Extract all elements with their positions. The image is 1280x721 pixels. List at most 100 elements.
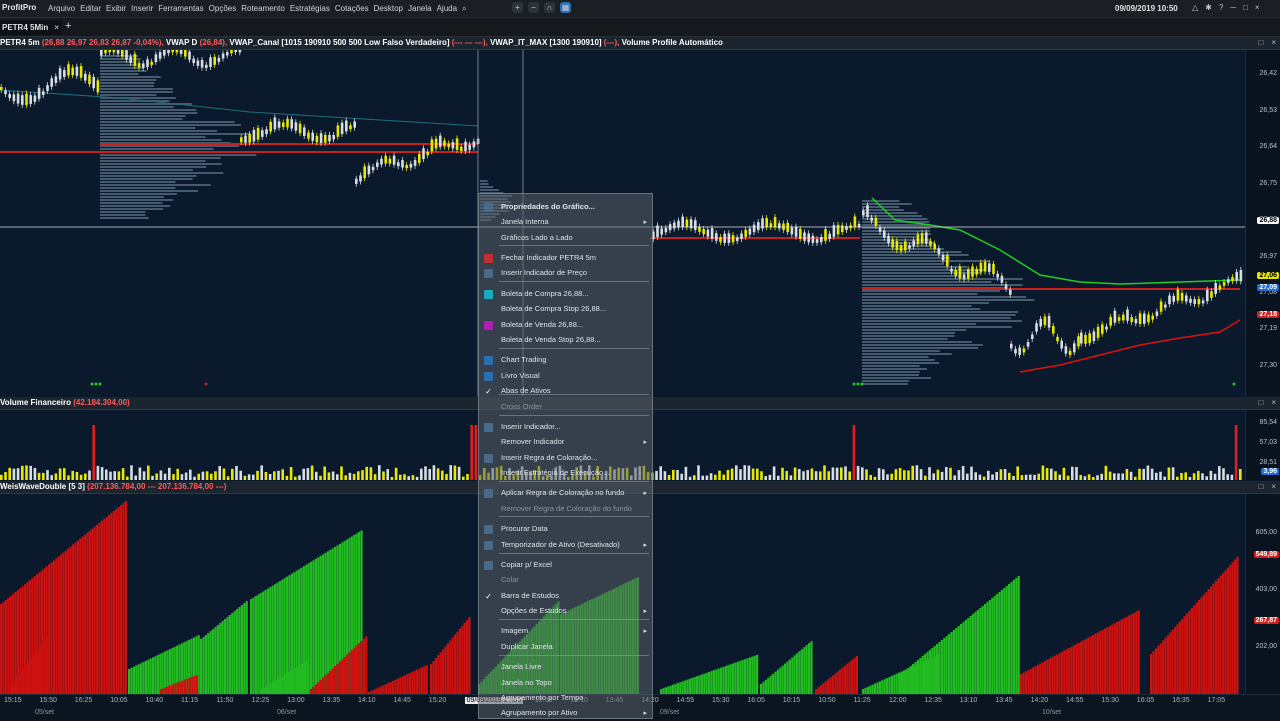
weis-bar bbox=[1082, 640, 1085, 694]
profile-bar bbox=[862, 281, 992, 283]
menu-item-3[interactable]: Inserir bbox=[131, 4, 153, 14]
menu-item-1[interactable]: Editar bbox=[80, 4, 101, 14]
panel-close-icon[interactable]: × bbox=[1271, 397, 1276, 409]
tab-close-icon[interactable]: × bbox=[54, 20, 59, 35]
context-menu-item[interactable]: Procurar Data bbox=[501, 524, 548, 533]
menu-item-11[interactable]: Ajuda bbox=[437, 4, 457, 14]
volume-axis[interactable]: 85,54 57,03 28,51 3,96 bbox=[1245, 410, 1280, 480]
context-menu-item[interactable]: Janela Livre bbox=[501, 662, 541, 671]
context-menu-item[interactable]: Agrupamento por Ativo bbox=[501, 708, 577, 717]
headset-icon[interactable]: ∩ bbox=[544, 2, 555, 13]
context-menu-item[interactable]: Janela no Topo bbox=[501, 678, 552, 687]
volume-label[interactable]: Volume Financeiro bbox=[0, 398, 71, 407]
time-label: 10:05 bbox=[110, 697, 128, 704]
symbol-label[interactable]: PETR4 5m bbox=[0, 38, 40, 47]
context-menu-item[interactable]: Livro Visual bbox=[501, 371, 540, 380]
context-menu-item[interactable]: Duplicar Janela bbox=[501, 642, 553, 651]
panel-close-icon[interactable]: × bbox=[1271, 37, 1276, 49]
context-menu-item[interactable]: Agrupamento por Tempo bbox=[501, 693, 583, 702]
zoom-in-icon[interactable]: + bbox=[512, 2, 523, 13]
price-axis[interactable]: 26,4226,5326,6426,7526,8626,9727,0827,19… bbox=[1245, 50, 1280, 396]
volume-bar bbox=[882, 469, 885, 480]
context-menu-item[interactable]: Inserir Indicador de Preço bbox=[501, 268, 587, 277]
menu-item-6[interactable]: Roteamento bbox=[241, 4, 285, 14]
bg-color-icon bbox=[484, 489, 493, 498]
tab-petr4[interactable]: PETR4 5Min × bbox=[0, 20, 62, 35]
help-icon[interactable]: ? bbox=[1219, 3, 1223, 12]
minimize-button[interactable]: ─ bbox=[1230, 3, 1236, 12]
weis-bar bbox=[353, 647, 356, 694]
gear-icon[interactable]: ✱ bbox=[1205, 3, 1212, 12]
context-menu-item[interactable]: Gráficos Lado a Lado bbox=[501, 233, 573, 242]
weis-bar bbox=[676, 683, 679, 694]
vwap-d-label[interactable]: VWAP D bbox=[166, 38, 197, 47]
context-menu-item[interactable]: Boleta de Venda 26,88... bbox=[501, 320, 583, 329]
volume-bar bbox=[474, 425, 478, 480]
context-menu-item[interactable]: Inserir Regra de Coloração... bbox=[501, 453, 597, 462]
weis-bar bbox=[843, 665, 846, 694]
alert-icon[interactable]: △ bbox=[1192, 3, 1198, 12]
context-menu-item[interactable]: Remover Indicador bbox=[501, 437, 564, 446]
volume-bar bbox=[247, 474, 251, 480]
candle-body bbox=[1077, 336, 1080, 347]
search-icon[interactable]: ⌕ bbox=[462, 4, 466, 14]
menu-item-0[interactable]: Arquivo bbox=[48, 4, 75, 14]
menu-item-8[interactable]: Cotações bbox=[335, 4, 369, 14]
context-menu-item[interactable]: Aplicar Regra de Coloração no fundo bbox=[501, 488, 624, 497]
vwap-canal-label[interactable]: VWAP_Canal [1015 190910 500 500 Low Fals… bbox=[229, 38, 449, 47]
close-button[interactable]: × bbox=[1255, 3, 1260, 12]
menu-item-10[interactable]: Janela bbox=[408, 4, 432, 14]
volume-profile-label[interactable]: Volume Profile Automático bbox=[622, 38, 723, 47]
maximize-button[interactable]: □ bbox=[1243, 3, 1248, 12]
weis-bar bbox=[836, 671, 839, 694]
context-menu-item[interactable]: Boleta de Compra 26,88... bbox=[501, 289, 589, 298]
panel-maximize-icon[interactable]: □ bbox=[1258, 37, 1263, 49]
context-menu-item[interactable]: Temporizador de Ativo (Desativado) bbox=[501, 540, 620, 549]
volume-bar bbox=[100, 467, 104, 480]
weis-bar bbox=[1077, 642, 1080, 694]
context-menu-item[interactable]: Barra de Estudos bbox=[501, 591, 559, 600]
context-menu-item[interactable]: Boleta de Compra Stop 26,88... bbox=[501, 304, 606, 313]
profile-bar bbox=[100, 190, 199, 192]
menu-item-9[interactable]: Desktop bbox=[374, 4, 403, 14]
candle-body bbox=[1084, 334, 1087, 344]
candle-body bbox=[883, 230, 886, 238]
grid-icon[interactable]: ▦ bbox=[560, 2, 571, 13]
candle-body bbox=[967, 269, 970, 279]
candle-body bbox=[1010, 343, 1013, 349]
weis-bar bbox=[343, 656, 346, 694]
context-menu-item[interactable]: Inserir Indicador... bbox=[501, 422, 561, 431]
context-menu-item[interactable]: Opções de Estudos bbox=[501, 606, 566, 615]
add-tab-button[interactable]: + bbox=[65, 20, 71, 32]
weis-axis[interactable]: 605,00 403,00 202,00 549,89 267,87 bbox=[1245, 494, 1280, 694]
weis-bar bbox=[976, 610, 979, 694]
menu-item-2[interactable]: Exibir bbox=[106, 4, 126, 14]
panel-maximize-icon[interactable]: □ bbox=[1258, 397, 1263, 409]
volume-bar bbox=[189, 469, 192, 480]
profile-bar bbox=[862, 356, 929, 358]
weis-label[interactable]: WeisWaveDouble [5 3] bbox=[0, 482, 85, 491]
candle-body bbox=[112, 50, 116, 53]
context-menu-item[interactable]: Copiar p/ Excel bbox=[501, 560, 552, 569]
weis-bar bbox=[240, 605, 243, 694]
menu-item-5[interactable]: Opções bbox=[209, 4, 237, 14]
context-menu-item[interactable]: Imagem bbox=[501, 626, 528, 635]
context-menu-item[interactable]: Inserir Estratégia de Execução... bbox=[501, 468, 609, 477]
panel-close-icon[interactable]: × bbox=[1271, 481, 1276, 493]
candle-body bbox=[916, 234, 920, 245]
context-menu-item[interactable]: Propriedades do Gráfico... bbox=[501, 202, 595, 211]
zoom-out-icon[interactable]: − bbox=[528, 2, 539, 13]
volume-bar bbox=[768, 474, 772, 480]
context-menu-item[interactable]: Chart Trading bbox=[501, 355, 546, 364]
vwap-it-label[interactable]: VWAP_IT_MAX [1300 190910] bbox=[490, 38, 602, 47]
menu-item-4[interactable]: Ferramentas bbox=[158, 4, 203, 14]
signal-dot bbox=[90, 382, 94, 386]
candle-body bbox=[376, 162, 379, 167]
panel-maximize-icon[interactable]: □ bbox=[1258, 481, 1263, 493]
context-menu-item[interactable]: Boleta de Venda Stop 26,88... bbox=[501, 335, 601, 344]
context-menu-item[interactable]: Fechar Indicador PETR4 5m bbox=[501, 253, 596, 262]
volume-bar bbox=[50, 475, 53, 480]
weis-bar bbox=[346, 654, 349, 694]
menu-item-7[interactable]: Estratégias bbox=[290, 4, 330, 14]
context-menu-item[interactable]: Janela Interna bbox=[501, 217, 549, 226]
